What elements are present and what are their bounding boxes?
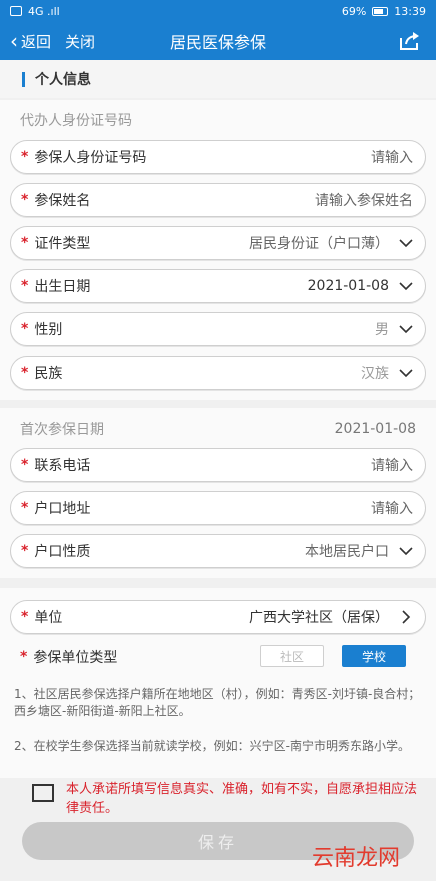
status-left: 4G .ıll <box>10 5 60 18</box>
household-type-select[interactable]: * 户口性质 本地居民户口 <box>10 534 426 568</box>
signal-text: 4G .ıll <box>28 4 60 18</box>
chevron-down-icon <box>399 366 413 380</box>
unit-type-row: * 参保单位类型 社区 学校 <box>20 645 416 669</box>
name-label: 参保姓名 <box>34 193 91 209</box>
unit-value: 广西大学社区（居保） <box>249 610 389 626</box>
notification-icon <box>10 6 22 16</box>
agent-id-row[interactable]: 代办人身份证号码 <box>20 108 416 132</box>
agreement-row: 本人承诺所填写信息真实、准确，如有不实，自愿承担相应法律责任。 <box>32 780 422 818</box>
unit-type-label: 参保单位类型 <box>33 650 118 666</box>
birth-date-label: 出生日期 <box>34 279 91 295</box>
unit-label: 单位 <box>34 610 63 626</box>
chevron-down-icon <box>399 544 413 558</box>
back-button[interactable]: ‹ 返回 <box>10 31 51 52</box>
id-type-value: 居民身份证（户口薄） <box>249 236 389 252</box>
watermark-logo: 云南龙网 <box>311 846 400 871</box>
required-mark: * <box>20 649 28 665</box>
id-type-select[interactable]: * 证件类型 居民身份证（户口薄） <box>10 226 426 260</box>
first-date-value: 2021-01-08 <box>334 421 416 437</box>
close-button[interactable]: 关闭 <box>65 31 95 52</box>
id-type-label: 证件类型 <box>34 236 91 252</box>
required-mark: * <box>21 235 29 251</box>
household-address-input[interactable]: 请输入 <box>371 498 413 518</box>
household-type-label: 户口性质 <box>34 544 91 560</box>
ethnicity-label: 民族 <box>34 366 63 382</box>
insured-id-field[interactable]: * 参保人身份证号码 请输入 <box>10 140 426 174</box>
back-label: 返回 <box>21 32 52 51</box>
agreement-checkbox[interactable] <box>32 784 54 802</box>
chevron-down-icon <box>399 279 413 293</box>
chevron-right-icon <box>399 610 413 624</box>
unit-type-school-button[interactable]: 学校 <box>342 645 406 667</box>
status-right: 69% 13:39 <box>342 5 426 18</box>
phone-field[interactable]: * 联系电话 请输入 <box>10 448 426 482</box>
note-school: 2、在校学生参保选择当前就读学校，例如：兴宁区-南宁市明秀东路小学。 <box>14 739 410 753</box>
required-mark: * <box>21 149 29 165</box>
section-personal-info: 个人信息 <box>0 60 436 98</box>
chevron-down-icon <box>399 236 413 250</box>
chevron-left-icon: ‹ <box>10 29 18 53</box>
insured-id-label: 参保人身份证号码 <box>34 150 147 166</box>
required-mark: * <box>21 609 29 625</box>
required-mark: * <box>21 543 29 559</box>
name-input[interactable]: 请输入参保姓名 <box>315 190 413 210</box>
clock: 13:39 <box>394 4 426 18</box>
required-mark: * <box>21 192 29 208</box>
gender-value: 男 <box>375 322 389 338</box>
birth-date-select[interactable]: * 出生日期 2021-01-08 <box>10 269 426 303</box>
first-date-label: 首次参保日期 <box>20 422 104 438</box>
required-mark: * <box>21 365 29 381</box>
status-bar: 4G .ıll 69% 13:39 <box>0 0 436 22</box>
agreement-text: 本人承诺所填写信息真实、准确，如有不实，自愿承担相应法律责任。 <box>66 782 418 816</box>
insured-id-input[interactable]: 请输入 <box>371 147 413 167</box>
ethnicity-select[interactable]: * 民族 汉族 <box>10 356 426 390</box>
gender-select[interactable]: * 性别 男 <box>10 312 426 346</box>
first-date-row: 首次参保日期 2021-01-08 <box>20 417 416 441</box>
phone-input[interactable]: 请输入 <box>371 455 413 475</box>
required-mark: * <box>21 278 29 294</box>
required-mark: * <box>21 500 29 516</box>
unit-type-community-button[interactable]: 社区 <box>260 645 324 667</box>
note-community: 1、社区居民参保选择户籍所在地地区（村），例如：青秀区-刘圩镇-良合村；西乡塘区… <box>14 687 421 718</box>
battery-icon <box>372 6 389 16</box>
required-mark: * <box>21 457 29 473</box>
share-icon[interactable] <box>398 30 422 52</box>
household-type-value: 本地居民户口 <box>305 544 389 560</box>
ethnicity-value: 汉族 <box>361 366 389 382</box>
household-address-label: 户口地址 <box>34 501 91 517</box>
battery-percent: 69% <box>341 4 367 18</box>
section-title: 个人信息 <box>35 72 91 88</box>
required-mark: * <box>21 321 29 337</box>
name-field[interactable]: * 参保姓名 请输入参保姓名 <box>10 183 426 217</box>
gender-label: 性别 <box>34 322 63 338</box>
unit-select[interactable]: * 单位 广西大学社区（居保） <box>10 600 426 634</box>
section-accent-bar <box>22 71 25 87</box>
birth-date-value: 2021-01-08 <box>307 278 389 294</box>
nav-bar: ‹ 返回 关闭 居民医保参保 <box>0 22 436 60</box>
agent-id-label: 代办人身份证号码 <box>20 113 132 129</box>
chevron-down-icon <box>399 322 413 336</box>
phone-label: 联系电话 <box>34 458 91 474</box>
household-address-field[interactable]: * 户口地址 请输入 <box>10 491 426 525</box>
